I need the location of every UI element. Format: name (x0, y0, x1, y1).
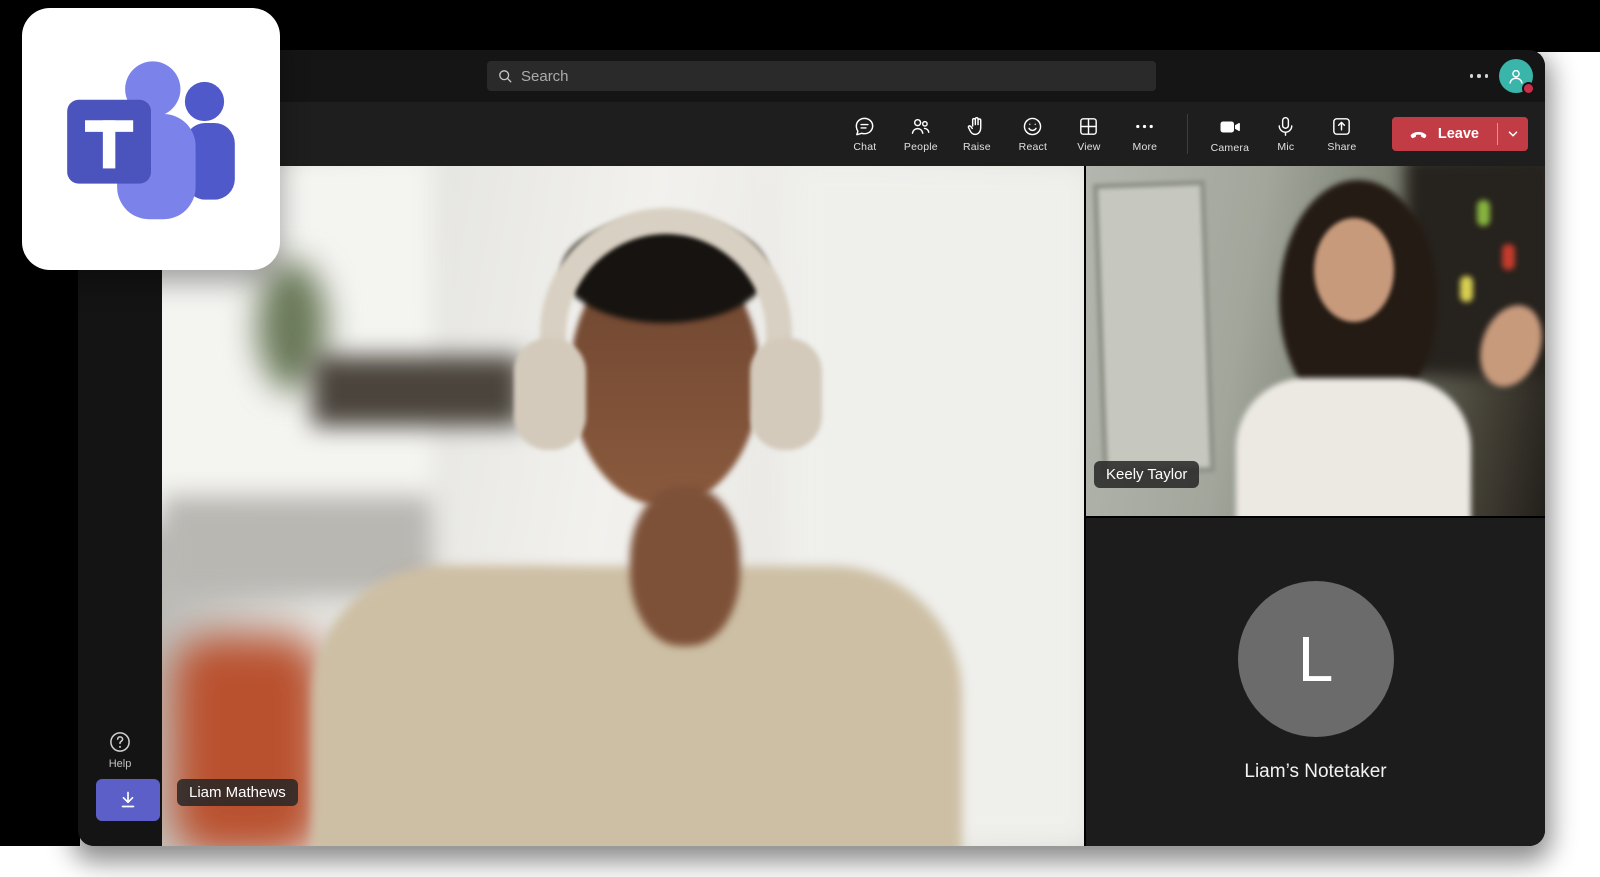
search-icon (497, 68, 513, 84)
headphones-band-shape (540, 208, 792, 348)
shelf-shape (312, 356, 522, 426)
leave-menu-button[interactable] (1498, 117, 1528, 151)
hand-shape (630, 486, 740, 646)
headphone-cup-left-shape (514, 338, 586, 450)
help-circle-icon (107, 729, 133, 755)
react-button[interactable]: React (1005, 105, 1061, 163)
page: Chat People Raise React (0, 0, 1600, 877)
teams-meeting-window: Chat People Raise React (78, 50, 1545, 846)
teams-logo-card (22, 8, 280, 270)
mic-icon (1274, 115, 1297, 138)
view-grid-icon (1077, 115, 1100, 138)
participant-initial-avatar: L (1238, 581, 1394, 737)
name-tag: Keely Taylor (1094, 461, 1199, 488)
headphone-cup-right-shape (750, 338, 822, 450)
view-label: View (1077, 141, 1100, 153)
more-button[interactable]: More (1117, 105, 1173, 163)
people-icon (909, 115, 932, 138)
chat-icon (853, 115, 876, 138)
raise-hand-button[interactable]: Raise (949, 105, 1005, 163)
search-box[interactable] (487, 61, 1156, 91)
download-app-button[interactable] (96, 779, 160, 821)
toolbar-divider (1187, 114, 1188, 154)
presence-busy-badge (1522, 82, 1535, 95)
woman-face-shape (1314, 218, 1394, 322)
people-label: People (904, 141, 938, 153)
mic-button[interactable]: Mic (1258, 105, 1314, 163)
react-label: React (1019, 141, 1047, 153)
meeting-toolbar: Chat People Raise React (78, 102, 1545, 166)
raise-label: Raise (963, 141, 991, 153)
more-ellipsis-icon (1133, 115, 1156, 138)
video-stage: Liam Mathews Keely Taylor L Liam’s Notet… (162, 166, 1545, 846)
share-icon (1330, 115, 1353, 138)
video-tile-liam-mathews[interactable]: Liam Mathews (162, 166, 1084, 846)
video-tile-keely-taylor[interactable]: Keely Taylor (1086, 166, 1545, 516)
chat-button[interactable]: Chat (837, 105, 893, 163)
share-label: Share (1327, 141, 1356, 153)
profile-avatar[interactable] (1499, 59, 1533, 93)
share-button[interactable]: Share (1314, 105, 1370, 163)
camera-label: Camera (1211, 142, 1250, 154)
orange-chair-shape-2 (172, 636, 322, 846)
search-input[interactable] (521, 68, 1146, 85)
camera-icon (1218, 115, 1242, 139)
react-smiley-icon (1021, 115, 1044, 138)
bottle-shape (1477, 200, 1490, 226)
video-tile-liams-notetaker[interactable]: L Liam’s Notetaker (1086, 518, 1545, 846)
help-button[interactable]: Help (78, 729, 162, 770)
chat-label: Chat (853, 141, 876, 153)
white-sweater-shape (1236, 378, 1471, 516)
help-label: Help (109, 758, 132, 770)
leave-main[interactable]: Leave (1392, 117, 1497, 151)
titlebar-more-button[interactable] (1464, 50, 1494, 102)
download-icon (116, 788, 140, 812)
bottle-shape-2 (1502, 244, 1515, 270)
hangup-icon (1408, 124, 1429, 145)
view-button[interactable]: View (1061, 105, 1117, 163)
more-label: More (1133, 141, 1158, 153)
camera-button[interactable]: Camera (1202, 105, 1258, 163)
people-button[interactable]: People (893, 105, 949, 163)
raise-hand-icon (965, 115, 988, 138)
name-tag: Liam Mathews (177, 779, 298, 806)
title-bar (78, 50, 1545, 102)
participant-name: Liam’s Notetaker (1244, 761, 1386, 783)
mic-label: Mic (1277, 141, 1294, 153)
mirror-shape (1093, 180, 1215, 476)
leave-label: Leave (1438, 126, 1479, 142)
bottle-shape-3 (1460, 276, 1473, 302)
chevron-down-icon (1506, 127, 1520, 141)
teams-logo-icon (44, 32, 258, 246)
leave-button[interactable]: Leave (1392, 117, 1528, 151)
